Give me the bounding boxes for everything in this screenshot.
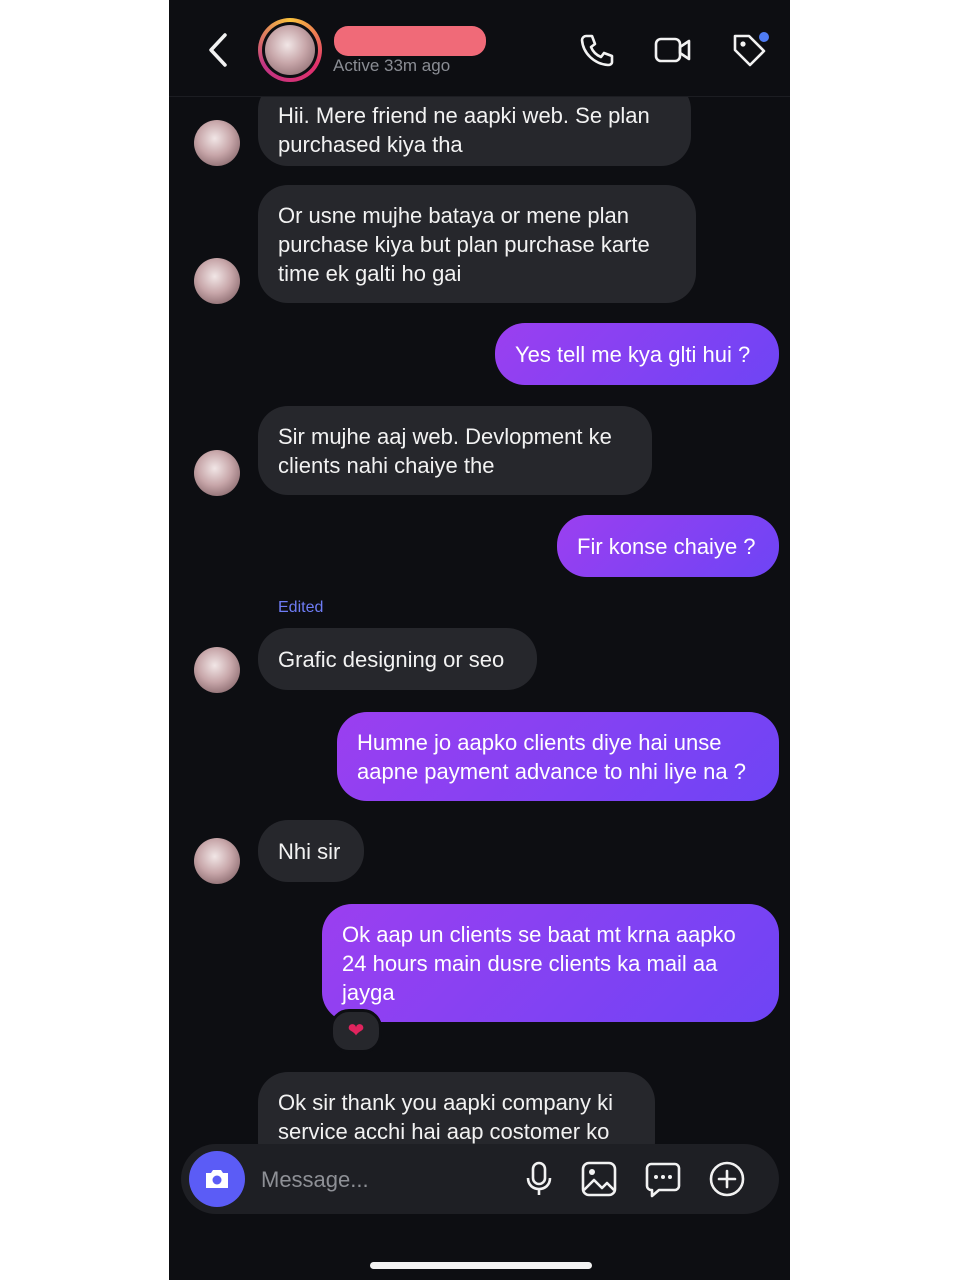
plus-icon[interactable] xyxy=(707,1159,747,1199)
contact-avatar[interactable] xyxy=(194,838,240,884)
outgoing-message[interactable]: Yes tell me kya glti hui ? xyxy=(495,323,779,385)
back-icon[interactable] xyxy=(205,30,233,70)
video-icon[interactable] xyxy=(653,30,693,70)
chat-screen: Hii. Mere friend ne aapki web. Se plan p… xyxy=(169,0,790,1280)
incoming-message[interactable]: Nhi sir xyxy=(258,820,364,882)
contact-avatar[interactable] xyxy=(194,647,240,693)
message-composer xyxy=(181,1144,779,1214)
active-status: Active 33m ago xyxy=(333,56,451,75)
camera-icon xyxy=(206,1170,228,1188)
outgoing-message[interactable]: Fir konse chaiye ? xyxy=(557,515,779,577)
camera-button[interactable] xyxy=(189,1151,245,1207)
contact-avatar[interactable] xyxy=(194,258,240,304)
chat-header: Active 33m ago xyxy=(169,0,790,97)
incoming-message[interactable]: Sir mujhe aaj web. Devlopment ke clients… xyxy=(258,406,652,495)
heart-reaction-icon[interactable]: ❤ xyxy=(330,1009,382,1053)
incoming-message[interactable]: Or usne mujhe bataya or mene plan purcha… xyxy=(258,185,696,303)
message-input[interactable] xyxy=(259,1164,503,1196)
sticker-icon[interactable] xyxy=(643,1159,683,1199)
redacted-contact-name[interactable] xyxy=(334,26,486,56)
edited-label: Edited xyxy=(278,599,324,616)
incoming-message[interactable]: Grafic designing or seo xyxy=(258,628,537,690)
phone-icon[interactable] xyxy=(577,30,617,70)
contact-avatar[interactable] xyxy=(194,120,240,166)
contact-avatar[interactable] xyxy=(194,450,240,496)
outgoing-message[interactable]: Humne jo aapko clients diye hai unse aap… xyxy=(337,712,779,801)
gallery-icon[interactable] xyxy=(579,1159,619,1199)
notification-dot xyxy=(759,32,769,42)
outgoing-message[interactable]: Ok aap un clients se baat mt krna aapko … xyxy=(322,904,779,1022)
contact-avatar[interactable] xyxy=(258,18,322,82)
home-indicator[interactable] xyxy=(370,1262,592,1269)
mic-icon[interactable] xyxy=(519,1159,559,1199)
